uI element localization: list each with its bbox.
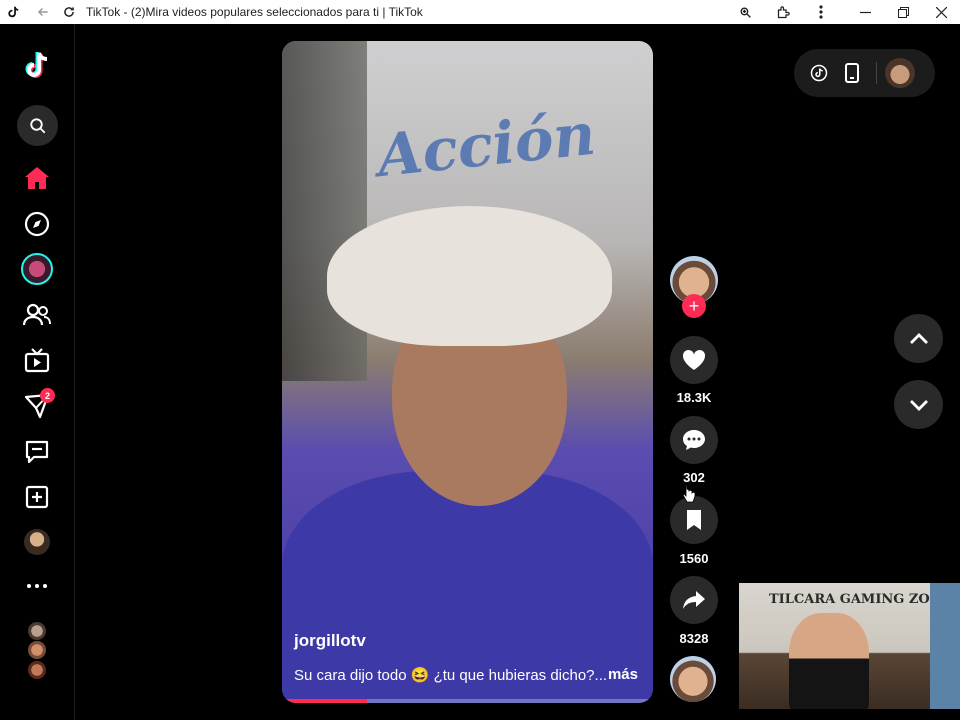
- sidebar: 2: [0, 24, 75, 720]
- heart-icon[interactable]: [670, 336, 718, 384]
- pill-divider: [876, 62, 877, 84]
- close-icon[interactable]: [922, 0, 960, 24]
- minimize-icon[interactable]: [846, 0, 884, 24]
- following-avatar[interactable]: [27, 660, 47, 680]
- tiktok-app: 2 Acción jorgillotv Su cara dijo todo 😆 …: [0, 24, 960, 720]
- inbox-badge: 2: [40, 388, 55, 403]
- video-username[interactable]: jorgillotv: [294, 631, 366, 651]
- follow-plus-icon[interactable]: +: [682, 294, 706, 318]
- comment-icon[interactable]: [670, 416, 718, 464]
- activity-icon[interactable]: [17, 432, 57, 472]
- tiktok-coin-icon[interactable]: [802, 49, 835, 97]
- following-icon[interactable]: [17, 295, 57, 335]
- video-frame-hat: [327, 206, 612, 346]
- share-icon[interactable]: [670, 576, 718, 624]
- music-disc-avatar[interactable]: [670, 656, 716, 702]
- explore-icon[interactable]: [17, 204, 57, 244]
- cam-door: [930, 583, 960, 709]
- caption-text: Su cara dijo todo 😆 ¿tu que hubieras dic…: [294, 667, 608, 684]
- search-icon[interactable]: [17, 105, 58, 146]
- save-count: 1560: [679, 551, 709, 566]
- cam-person: [789, 613, 869, 709]
- reload-icon[interactable]: [58, 0, 80, 24]
- tiktok-favicon-icon: [2, 0, 24, 24]
- like-count: 18.3K: [676, 390, 712, 405]
- restore-icon[interactable]: [884, 0, 922, 24]
- extensions-icon[interactable]: [764, 0, 802, 24]
- comment-count: 302: [683, 470, 705, 485]
- mouse-cursor-icon: [682, 484, 696, 509]
- mobile-app-icon[interactable]: [835, 49, 868, 97]
- video-frame-tree: [282, 41, 367, 381]
- caption-more-link[interactable]: más: [608, 666, 638, 684]
- chevron-down-icon[interactable]: [894, 380, 943, 429]
- following-avatar[interactable]: [27, 621, 47, 641]
- cam-sign-text: TILCARA GAMING ZO: [769, 592, 930, 607]
- live-avatar-icon[interactable]: [17, 249, 57, 289]
- video-progress-bar[interactable]: [282, 699, 653, 703]
- chevron-up-icon[interactable]: [894, 314, 943, 363]
- window-title: TikTok - (2)Mira videos populares selecc…: [86, 5, 423, 19]
- user-avatar[interactable]: [885, 58, 915, 88]
- messages-icon[interactable]: 2: [17, 386, 57, 426]
- tiktok-logo-icon[interactable]: [17, 46, 57, 86]
- more-icon[interactable]: [17, 566, 57, 606]
- webcam-overlay: TILCARA GAMING ZO: [739, 583, 960, 709]
- browser-titlebar: TikTok - (2)Mira videos populares selecc…: [0, 0, 960, 24]
- zoom-icon[interactable]: [726, 0, 764, 24]
- kebab-menu-icon[interactable]: [802, 0, 840, 24]
- video-player[interactable]: Acción jorgillotv Su cara dijo todo 😆 ¿t…: [282, 41, 653, 703]
- home-icon[interactable]: [17, 158, 57, 198]
- upload-icon[interactable]: [17, 477, 57, 517]
- back-arrow-icon[interactable]: [32, 0, 54, 24]
- share-count: 8328: [679, 631, 709, 646]
- top-right-pill: [794, 49, 935, 97]
- video-progress-fill: [282, 699, 368, 703]
- live-tv-icon[interactable]: [17, 340, 57, 380]
- following-avatar[interactable]: [27, 640, 47, 660]
- profile-avatar[interactable]: [17, 522, 57, 562]
- video-caption: Su cara dijo todo 😆 ¿tu que hubieras dic…: [294, 666, 644, 684]
- wall-graffiti-text: Acción: [374, 99, 599, 191]
